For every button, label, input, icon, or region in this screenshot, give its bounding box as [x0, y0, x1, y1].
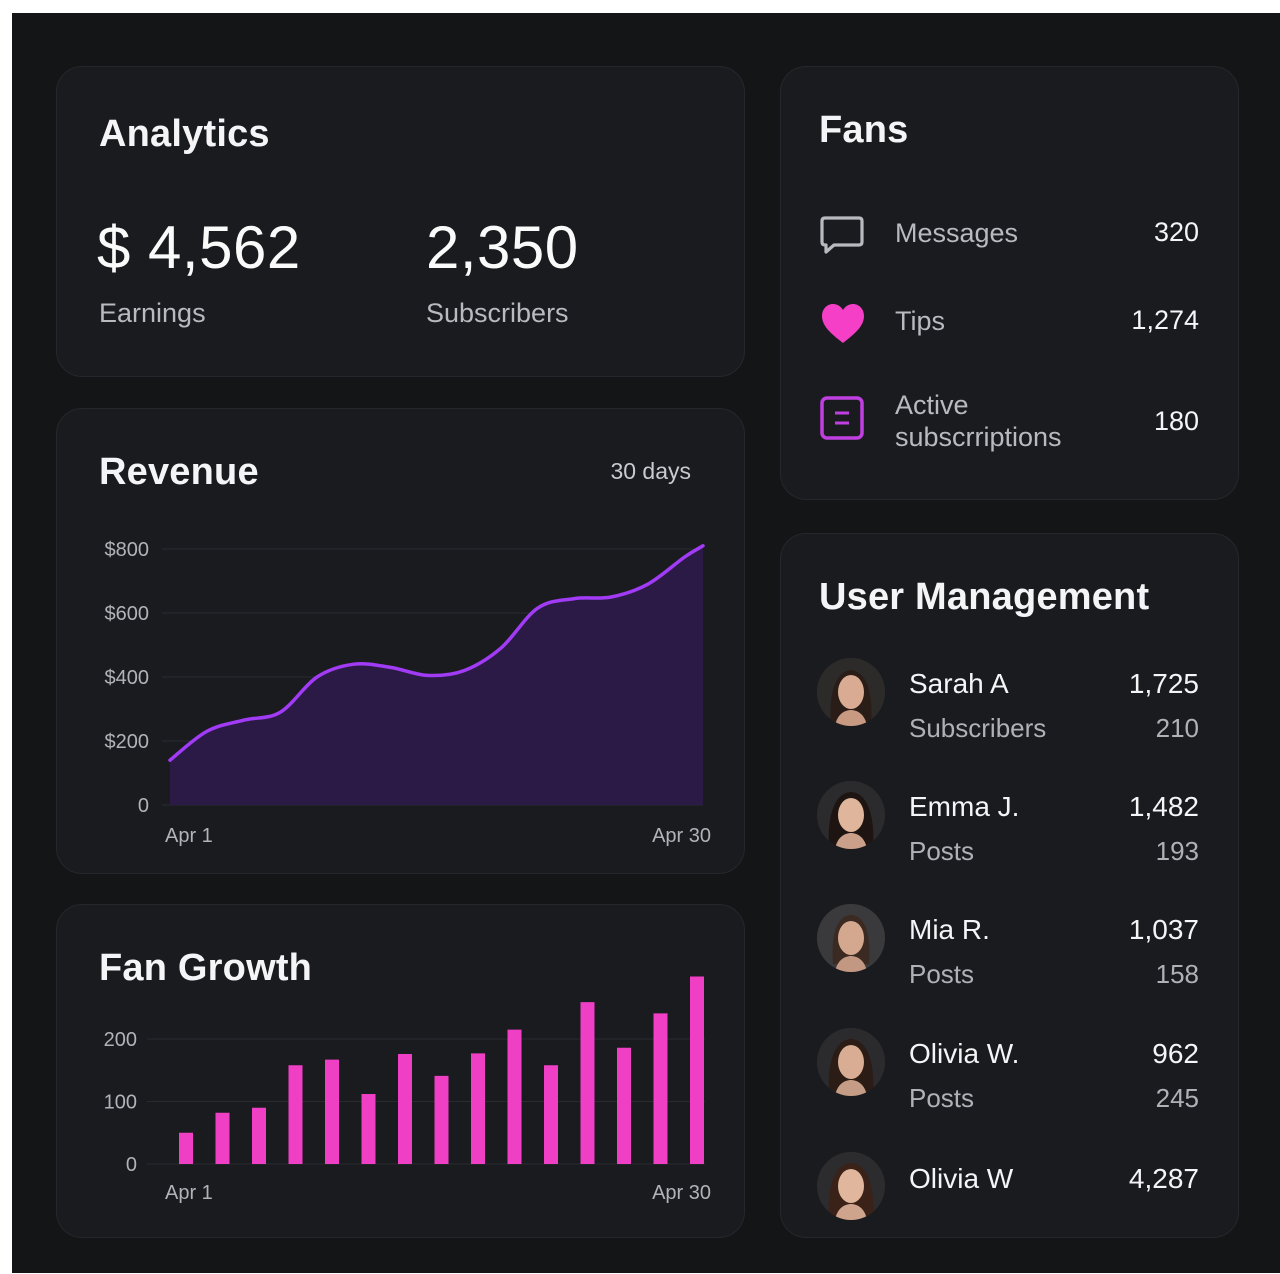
y-tick-label: $200 [105, 731, 150, 753]
y-tick-label: $400 [105, 667, 150, 689]
user-stat-label: Posts [909, 959, 975, 989]
avatar [817, 904, 885, 972]
user-name: Olivia W [909, 1163, 1014, 1194]
y-tick-label: 0 [138, 795, 149, 817]
fans-row-messages[interactable]: Messages 320 [819, 213, 1199, 257]
user-value-primary: 1,482 [1128, 791, 1199, 822]
user-value-primary: 4,287 [1128, 1163, 1199, 1194]
avatar [817, 658, 885, 726]
user-management-title: User Management [819, 576, 1150, 618]
fan-growth-bar [617, 1047, 631, 1164]
fan-growth-bar [580, 1002, 595, 1164]
fans-label-line2: subscrriptions [895, 422, 1062, 452]
avatar [817, 781, 885, 849]
user-stat-label: Subscribers [909, 713, 1047, 743]
fans-title: Fans [819, 109, 909, 151]
fans-label-active-subscriptions: Active subscrriptions [895, 389, 1062, 453]
y-tick-label: $800 [105, 539, 150, 561]
user-row[interactable]: Emma J. 1,482 Posts 193 [817, 781, 1199, 866]
fan-growth-bar [507, 1029, 522, 1164]
fan-growth-bar [252, 1107, 266, 1164]
revenue-chart: $800 $600 $400 $200 0 Apr 1 Apr 30 [105, 539, 712, 847]
fans-label-line1: Active [895, 390, 969, 420]
fan-growth-bar [434, 1075, 449, 1164]
revenue-card: Revenue 30 days $800 $600 $400 $200 0 Apr 1 Ap… [56, 408, 745, 874]
user-name: Sarah A [909, 668, 1009, 699]
message-icon [820, 216, 864, 254]
user-value-primary: 1,725 [1128, 668, 1199, 699]
user-value-secondary: 193 [1155, 836, 1199, 866]
user-stat-label: Posts [909, 836, 975, 866]
fan-growth-bar [471, 1053, 485, 1164]
user-management-card: User Management Sarah A 1,725 Subscriber… [780, 533, 1239, 1238]
analytics-card: Analytics $ 4,562 Earnings 2,350 Subscri… [56, 66, 745, 377]
user-name: Emma J. [909, 791, 1020, 822]
user-value-primary: 1,037 [1128, 914, 1199, 945]
user-value-secondary: 158 [1155, 959, 1199, 989]
fans-value-tips: 1,274 [1131, 305, 1199, 335]
avatar [817, 1152, 885, 1220]
fan-growth-bar [690, 976, 704, 1164]
fans-label-tips: Tips [895, 306, 946, 336]
fan-growth-bar [215, 1112, 230, 1164]
user-row[interactable]: Mia R. 1,037 Posts 158 [817, 904, 1199, 989]
fan-growth-bar [361, 1094, 376, 1164]
x-tick-label: Apr 30 [652, 1182, 711, 1204]
user-name: Mia R. [909, 914, 990, 945]
fan-growth-bar [179, 1132, 193, 1164]
y-tick-label: 0 [126, 1154, 137, 1176]
fan-growth-bar [544, 1065, 558, 1164]
fan-growth-bar [288, 1065, 303, 1164]
fans-value-active-subscriptions: 180 [1153, 406, 1199, 436]
earnings-label: Earnings [99, 298, 206, 328]
analytics-title: Analytics [99, 113, 270, 155]
heart-icon [822, 304, 864, 343]
user-value-primary: 962 [1152, 1038, 1199, 1069]
y-tick-label: 100 [104, 1092, 137, 1114]
subscribers-value: 2,350 [426, 214, 579, 281]
earnings-value: $ 4,562 [97, 214, 301, 281]
user-stat-label: Posts [909, 1083, 975, 1113]
fan-growth-bar [653, 1013, 668, 1164]
user-row[interactable]: Olivia W. 962 Posts 245 [817, 1028, 1199, 1113]
fans-label-messages: Messages [895, 218, 1019, 248]
user-row[interactable]: Sarah A 1,725 Subscribers 210 [817, 658, 1199, 743]
user-row[interactable]: Olivia W 4,287 [817, 1152, 1199, 1232]
subscribers-label: Subscribers [426, 298, 569, 328]
fan-growth-bar [398, 1054, 412, 1164]
fans-row-tips[interactable]: Tips 1,274 [819, 301, 1199, 345]
dashboard: Analytics $ 4,562 Earnings 2,350 Subscri… [12, 13, 1280, 1273]
fan-growth-bar [325, 1059, 339, 1164]
user-name: Olivia W. [909, 1038, 1020, 1069]
fan-growth-card: Fan Growth 200 100 0 Apr 1 Apr 30 [56, 904, 745, 1238]
x-tick-label: Apr 1 [165, 825, 213, 847]
x-tick-label: Apr 30 [652, 825, 711, 847]
fans-value-messages: 320 [1153, 217, 1199, 247]
user-value-secondary: 210 [1155, 713, 1199, 743]
avatar [817, 1028, 885, 1096]
fan-growth-chart: 200 100 0 Apr 1 Apr 30 [104, 976, 711, 1204]
y-tick-label: 200 [104, 1029, 137, 1051]
subscription-icon [820, 396, 864, 440]
x-tick-label: Apr 1 [165, 1182, 213, 1204]
fans-card: Fans Messages 320 Tips 1,274 Active subs… [780, 66, 1239, 500]
user-value-secondary: 245 [1155, 1083, 1199, 1113]
y-tick-label: $600 [105, 603, 150, 625]
fans-row-active-subscriptions[interactable]: Active subscrriptions 180 [819, 389, 1199, 461]
